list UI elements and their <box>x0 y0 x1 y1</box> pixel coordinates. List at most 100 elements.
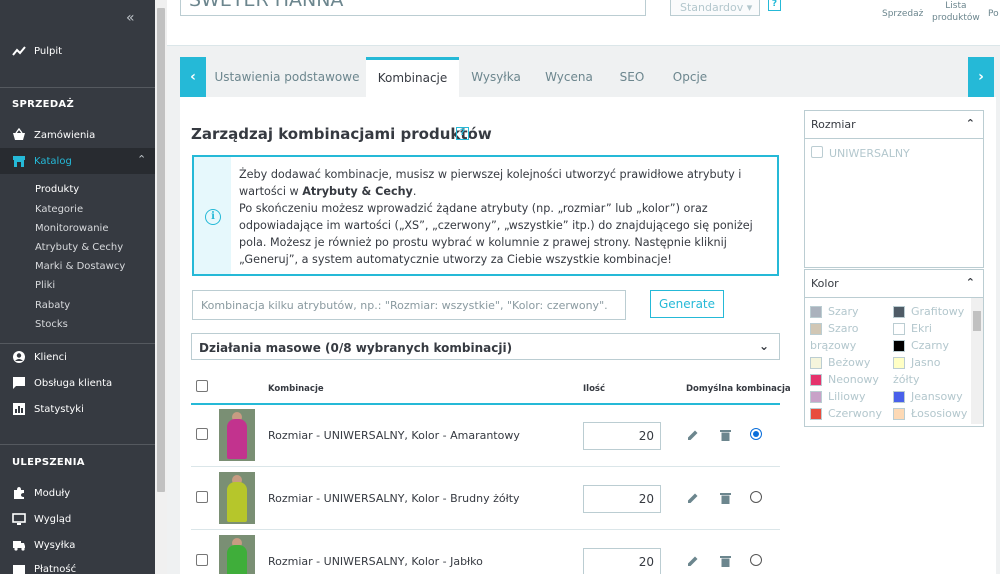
row-checkbox[interactable] <box>196 428 208 440</box>
color-swatch[interactable] <box>893 357 905 369</box>
sidebar-subitem-brands[interactable]: Marki & Dostawcy <box>35 261 125 272</box>
edit-icon[interactable] <box>687 492 699 504</box>
row-divider <box>191 466 780 467</box>
sidebar-item-label: Zamówienia <box>34 129 96 141</box>
basket-icon <box>13 128 25 140</box>
sidebar-item-customers[interactable]: Klienci <box>12 350 67 364</box>
edit-icon[interactable] <box>687 429 699 441</box>
bulk-actions-dropdown[interactable]: Działania masowe (0/8 wybranych kombinac… <box>191 333 780 360</box>
next-link[interactable]: Po <box>988 8 999 20</box>
delete-icon[interactable] <box>720 555 731 567</box>
color-swatch[interactable] <box>893 323 905 335</box>
color-option-label: Beżowy <box>828 356 871 369</box>
quantity-input[interactable]: 20 <box>583 422 661 450</box>
color-option-label: Łososiowy <box>911 407 968 420</box>
color-swatch[interactable] <box>810 391 822 403</box>
sidebar-item-shipping[interactable]: Wysyłka <box>12 538 75 552</box>
sidebar-subitem-discounts[interactable]: Rabaty <box>35 300 70 311</box>
color-attribute-header[interactable]: Kolor ⌃ <box>805 270 983 298</box>
combination-name: Rozmiar - UNIWERSALNY, Kolor - Jabłko <box>268 555 483 568</box>
color-swatch[interactable] <box>810 408 822 420</box>
color-swatch[interactable] <box>810 306 822 318</box>
combination-name: Rozmiar - UNIWERSALNY, Kolor - Brudny żó… <box>268 492 520 505</box>
size-option-label: UNIWERSALNY <box>829 147 910 160</box>
sidebar-item-dashboard[interactable]: Pulpit <box>12 44 62 58</box>
sidebar-item-customer-service[interactable]: Obsługa klienta <box>12 376 112 390</box>
color-swatch[interactable] <box>893 306 905 318</box>
sidebar-item-payment[interactable]: Płatność <box>12 562 76 574</box>
truck-icon <box>13 541 25 551</box>
quantity-input[interactable]: 20 <box>583 548 661 574</box>
color-swatch[interactable] <box>893 340 905 352</box>
color-swatch[interactable] <box>810 323 822 335</box>
divider <box>0 343 155 344</box>
select-all-checkbox[interactable] <box>196 380 208 392</box>
row-checkbox[interactable] <box>196 491 208 503</box>
double-chevron-left-icon[interactable]: « <box>126 10 135 26</box>
caret-down-icon: ▾ <box>746 1 753 14</box>
chat-icon <box>13 377 25 389</box>
sidebar-item-catalog[interactable]: Katalog <box>12 154 72 168</box>
size-option-checkbox[interactable] <box>811 146 823 158</box>
color-swatch[interactable] <box>810 374 822 386</box>
sidebar-item-label: Statystyki <box>34 403 84 415</box>
sidebar-scrollbar-thumb[interactable] <box>157 8 165 492</box>
color-swatch[interactable] <box>893 408 905 420</box>
color-option-label: Ekri <box>911 322 932 335</box>
default-combination-radio[interactable] <box>750 491 762 503</box>
tab-options[interactable]: Opcje <box>664 57 716 97</box>
sidebar-subitem-attributes[interactable]: Atrybuty & Cechy <box>35 242 123 253</box>
sidebar-item-orders[interactable]: Zamówienia <box>12 128 95 142</box>
attributes-link[interactable]: Atrybuty & Cechy <box>302 185 413 198</box>
product-list-link[interactable]: Lista produktów <box>932 0 980 24</box>
product-name-input[interactable]: SWETER HANNA <box>180 0 646 16</box>
thumbnail-garment <box>227 545 247 574</box>
tab-combinations[interactable]: Kombinacje <box>366 57 459 97</box>
default-combination-radio[interactable] <box>750 428 762 440</box>
delete-icon[interactable] <box>720 492 731 504</box>
sidebar-item-label: Klienci <box>34 351 67 363</box>
sidebar-item-design[interactable]: Wygląd <box>12 512 71 526</box>
info-alert: i Żeby dodawać kombinacje, musisz w pier… <box>192 155 779 276</box>
trending-up-icon <box>12 46 26 56</box>
chevron-down-icon: ⌄ <box>758 339 769 353</box>
sidebar-item-modules[interactable]: Moduły <box>12 486 70 500</box>
color-list-scrollbar-thumb[interactable] <box>973 311 981 331</box>
sales-link[interactable]: Sprzedaż <box>882 8 923 20</box>
color-option-label: żółty <box>893 373 920 386</box>
sidebar-item-label: Wygląd <box>34 513 72 525</box>
combination-input[interactable]: Kombinacja kilku atrybutów, np.: "Rozmia… <box>192 290 626 320</box>
sidebar-subitem-files[interactable]: Pliki <box>35 280 55 291</box>
help-icon[interactable]: ? <box>456 127 469 140</box>
sidebar-item-label: Moduły <box>34 487 71 499</box>
sidebar-subitem-products[interactable]: Produkty <box>35 184 79 195</box>
column-header-quantity: Ilość <box>583 384 606 394</box>
delete-icon[interactable] <box>720 429 731 441</box>
size-attribute-header[interactable]: Rozmiar ⌃ <box>805 111 983 139</box>
row-divider <box>191 529 780 530</box>
sidebar-subitem-monitoring[interactable]: Monitorowanie <box>35 223 109 234</box>
tab-scroll-right-button[interactable]: › <box>968 57 994 97</box>
combination-name: Rozmiar - UNIWERSALNY, Kolor - Amarantow… <box>268 429 520 442</box>
color-option-label: Jeansowy <box>911 390 963 403</box>
sidebar-item-stats[interactable]: Statystyki <box>12 402 84 416</box>
sidebar-subitem-categories[interactable]: Kategorie <box>35 204 83 215</box>
quantity-input[interactable]: 20 <box>583 485 661 513</box>
tab-shipping[interactable]: Wysyłka <box>466 57 526 97</box>
tab-scroll-left-button[interactable]: ‹ <box>180 57 206 97</box>
product-thumbnail <box>219 535 255 574</box>
help-icon[interactable]: ? <box>768 0 781 11</box>
edit-icon[interactable] <box>687 555 699 567</box>
default-combination-radio[interactable] <box>750 554 762 566</box>
row-checkbox[interactable] <box>196 554 208 566</box>
sidebar: « Pulpit SPRZEDAŻ Zamówienia Katalog ⌃ P… <box>0 0 155 574</box>
generate-button[interactable]: Generate <box>650 290 724 318</box>
color-swatch[interactable] <box>810 357 822 369</box>
tab-basic-settings[interactable]: Ustawienia podstawowe <box>213 57 361 97</box>
tab-pricing[interactable]: Wycena <box>540 57 598 97</box>
product-type-select[interactable]: Standardov ▾ <box>670 0 760 16</box>
sidebar-subitem-stocks[interactable]: Stocks <box>35 319 68 330</box>
tab-seo[interactable]: SEO <box>612 57 652 97</box>
color-swatch[interactable] <box>893 391 905 403</box>
thumbnail-garment <box>227 482 247 522</box>
